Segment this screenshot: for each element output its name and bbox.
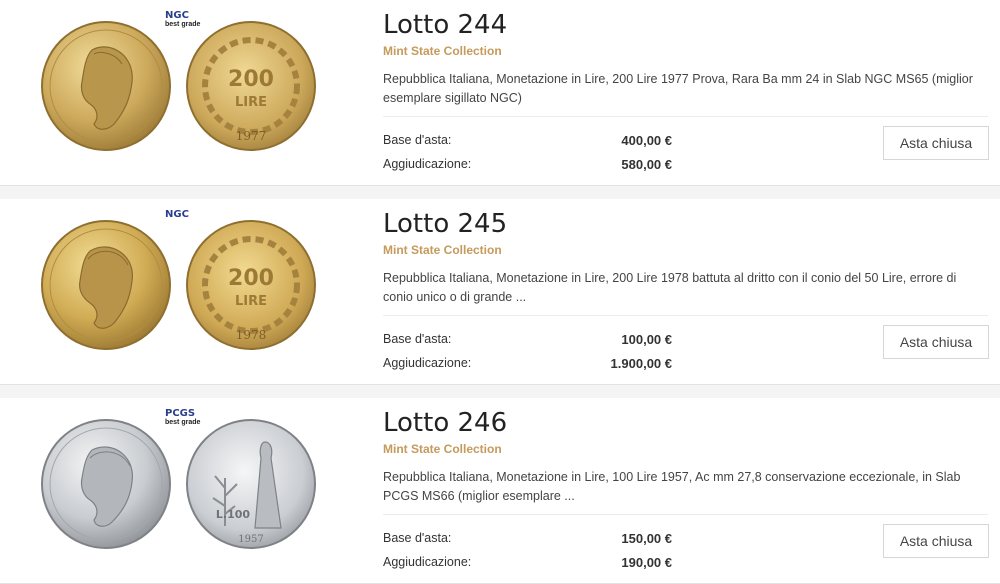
base-value: 100,00 €: [621, 332, 672, 347]
award-value: 190,00 €: [621, 555, 672, 570]
award-label: Aggiudicazione:: [383, 157, 472, 171]
auction-closed-button[interactable]: Asta chiusa: [883, 325, 989, 359]
auction-closed-button[interactable]: Asta chiusa: [883, 524, 989, 558]
svg-text:1978: 1978: [236, 328, 267, 342]
award-value: 580,00 €: [621, 157, 672, 172]
svg-text:1977: 1977: [236, 129, 267, 143]
base-label: Base d'asta:: [383, 332, 452, 346]
svg-text:LIRE: LIRE: [235, 95, 267, 110]
coin-obverse-image: [41, 419, 171, 549]
lot-separator: [0, 186, 1000, 200]
lot-card: 200 LIRE 1978 NGC Lotto 245 Mint State C…: [0, 199, 1000, 385]
coin-reverse-image: L.100 1957: [186, 419, 316, 549]
base-value: 400,00 €: [621, 133, 672, 148]
lot-title[interactable]: Lotto 244: [383, 10, 507, 40]
divider: [383, 514, 988, 515]
lot-description: Repubblica Italiana, Monetazione in Lire…: [383, 72, 973, 105]
base-label: Base d'asta:: [383, 531, 452, 545]
lot-description: Repubblica Italiana, Monetazione in Lire…: [383, 271, 957, 304]
divider: [383, 315, 988, 316]
grader-logo: PCGS best grade: [165, 408, 201, 426]
coin-obverse-image: [41, 21, 171, 151]
coin-obverse-image: [41, 220, 171, 350]
coin-reverse-image: 200 LIRE 1978: [186, 220, 316, 350]
auction-closed-button[interactable]: Asta chiusa: [883, 126, 989, 160]
grader-logo: NGC best grade: [165, 10, 201, 28]
award-label: Aggiudicazione:: [383, 555, 472, 569]
base-label: Base d'asta:: [383, 133, 452, 147]
lot-title[interactable]: Lotto 246: [383, 408, 507, 438]
lot-image[interactable]: L.100 1957 PCGS best grade: [40, 408, 340, 573]
collection-name[interactable]: Mint State Collection: [383, 44, 502, 58]
svg-text:L.100: L.100: [216, 508, 250, 521]
grader-logo: NGC: [165, 209, 189, 220]
lot-card: 200 LIRE 1977 NGC best grade Lotto 244 M…: [0, 0, 1000, 186]
svg-text:200: 200: [228, 67, 274, 92]
svg-text:1957: 1957: [238, 534, 263, 545]
lot-card: L.100 1957 PCGS best grade Lotto 246 Min…: [0, 398, 1000, 584]
lot-description: Repubblica Italiana, Monetazione in Lire…: [383, 470, 961, 503]
award-value: 1.900,00 €: [610, 356, 672, 371]
lot-image[interactable]: 200 LIRE 1977 NGC best grade: [40, 10, 340, 175]
divider: [383, 116, 988, 117]
award-label: Aggiudicazione:: [383, 356, 472, 370]
svg-text:LIRE: LIRE: [235, 294, 267, 309]
lot-separator: [0, 385, 1000, 399]
base-value: 150,00 €: [621, 531, 672, 546]
lot-image[interactable]: 200 LIRE 1978 NGC: [40, 209, 340, 374]
collection-name[interactable]: Mint State Collection: [383, 243, 502, 257]
coin-reverse-image: 200 LIRE 1977: [186, 21, 316, 151]
collection-name[interactable]: Mint State Collection: [383, 442, 502, 456]
lot-title[interactable]: Lotto 245: [383, 209, 507, 239]
svg-text:200: 200: [228, 266, 274, 291]
